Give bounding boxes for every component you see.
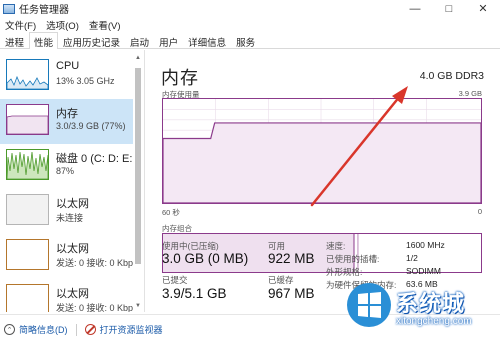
tab-bar: 进程 性能 应用历史记录 启动 用户 详细信息 服务 — [0, 32, 500, 49]
sidebar-item-detail: 发送: 0 接收: 0 Kbp — [56, 303, 134, 312]
sidebar-item-label: 以太网 — [56, 288, 89, 300]
watermark: 系统城 xitongcheng.com — [346, 282, 496, 340]
time-axis-right: 0 — [477, 207, 482, 216]
sidebar-item-ethernet-3[interactable]: 以太网 发送: 0 接收: 0 Kbp — [0, 279, 133, 312]
footer-divider — [75, 323, 77, 336]
brief-info-button[interactable]: ⌃ 简略信息(D) — [4, 323, 68, 336]
watermark-text: 系统城 — [396, 291, 466, 316]
tab-startup[interactable]: 启动 — [125, 32, 154, 49]
menu-view[interactable]: 查看(V) — [84, 18, 126, 32]
tab-performance[interactable]: 性能 — [29, 32, 59, 49]
sidebar-item-detail: 发送: 0 接收: 0 Kbp — [56, 258, 134, 268]
cpu-thumbnail — [6, 59, 49, 90]
memory-usage-graph — [162, 98, 482, 204]
available-value: 922 MB — [268, 251, 315, 266]
sidebar-item-detail: 13% 3.05 GHz — [56, 76, 115, 86]
tab-processes[interactable]: 进程 — [0, 32, 29, 49]
sidebar-item-label: 以太网 — [56, 198, 89, 210]
sidebar-item-label: 内存 — [56, 108, 78, 120]
sidebar-item-label: 磁盘 0 (C: D: E: — [56, 153, 133, 165]
slots-value: 1/2 — [406, 253, 418, 263]
time-axis-left: 60 秒 — [162, 208, 180, 217]
task-manager-icon — [3, 3, 15, 14]
sidebar-item-ethernet-1[interactable]: 以太网 未连接 — [0, 189, 133, 234]
form-factor-label: 外形规格: — [326, 267, 363, 277]
sidebar-item-detail: 未连接 — [56, 213, 84, 223]
menu-file[interactable]: 文件(F) — [0, 18, 41, 32]
ethernet-thumbnail — [6, 194, 49, 225]
cached-label: 已缓存 — [268, 275, 294, 285]
sidebar-item-label: 以太网 — [56, 243, 89, 255]
form-factor-value: SODIMM — [406, 266, 441, 276]
tab-details[interactable]: 详细信息 — [183, 32, 231, 49]
tab-services[interactable]: 服务 — [231, 32, 260, 49]
open-resource-monitor-link[interactable]: 打开资源监视器 — [84, 323, 163, 336]
disk-thumbnail — [6, 149, 49, 180]
memory-usage-area — [163, 122, 481, 203]
speed-label: 速度: — [326, 241, 346, 251]
sidebar-item-label: CPU — [56, 60, 80, 72]
scrollbar-thumb[interactable] — [135, 68, 141, 264]
memory-panel: 内存 4.0 GB DDR3 内存使用量 3.9 GB 60 秒 0 内存组合 — [152, 50, 492, 312]
ethernet-thumbnail — [6, 284, 49, 312]
panel-title: 内存 — [161, 68, 199, 88]
resource-sidebar: CPU 13% 3.05 GHz 内存 3.0/3.9 GB (77%) 磁盘 … — [0, 50, 145, 312]
ethernet-thumbnail — [6, 239, 49, 270]
committed-label: 已提交 — [162, 275, 188, 285]
tab-app-history[interactable]: 应用历史记录 — [58, 32, 125, 49]
sidebar-item-disk[interactable]: 磁盘 0 (C: D: E: 87% — [0, 144, 133, 189]
memory-spec: 4.0 GB DDR3 — [419, 70, 484, 82]
speed-value: 1600 MHz — [406, 240, 445, 250]
title-bar: 任务管理器 — □ ✕ — [0, 0, 500, 17]
tab-users[interactable]: 用户 — [154, 32, 183, 49]
watermark-logo-icon — [347, 283, 391, 327]
watermark-url: xitongcheng.com — [396, 316, 472, 327]
scroll-up-icon[interactable]: ▲ — [134, 54, 142, 62]
menu-options[interactable]: 选项(O) — [41, 18, 84, 32]
close-button[interactable]: ✕ — [466, 0, 500, 17]
chevron-up-icon: ⌃ — [4, 324, 15, 335]
sidebar-scrollbar[interactable]: ▲ ▼ — [134, 54, 142, 310]
open-resource-monitor-label: 打开资源监视器 — [99, 325, 163, 335]
maximize-button[interactable]: □ — [432, 0, 466, 17]
usage-graph-max: 3.9 GB — [458, 89, 482, 98]
in-use-value: 3.0 GB (0 MB) — [162, 251, 249, 266]
committed-value: 3.9/5.1 GB — [162, 286, 227, 301]
memory-thumbnail — [6, 104, 49, 135]
sidebar-item-detail: 3.0/3.9 GB (77%) — [56, 121, 126, 131]
resource-monitor-icon — [84, 324, 96, 335]
sidebar-item-ethernet-2[interactable]: 以太网 发送: 0 接收: 0 Kbp — [0, 234, 133, 279]
task-manager-window: 任务管理器 — □ ✕ 文件(F) 选项(O) 查看(V) 进程 性能 应用历史… — [0, 0, 500, 344]
sidebar-item-cpu[interactable]: CPU 13% 3.05 GHz — [0, 54, 133, 99]
scroll-down-icon[interactable]: ▼ — [134, 302, 142, 310]
brief-info-label: 简略信息(D) — [19, 325, 68, 335]
window-title: 任务管理器 — [19, 5, 69, 16]
cached-value: 967 MB — [268, 286, 315, 301]
sidebar-item-detail: 87% — [56, 166, 75, 176]
sidebar-item-memory[interactable]: 内存 3.0/3.9 GB (77%) — [0, 99, 133, 144]
minimize-button[interactable]: — — [398, 0, 432, 17]
slots-label: 已使用的插槽: — [326, 254, 380, 264]
menu-bar: 文件(F) 选项(O) 查看(V) — [0, 17, 500, 32]
